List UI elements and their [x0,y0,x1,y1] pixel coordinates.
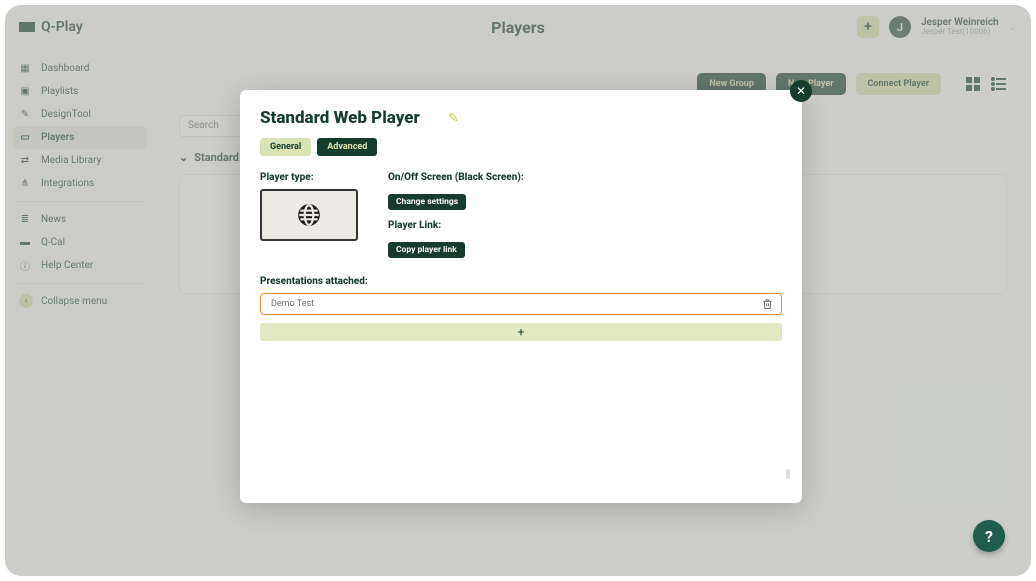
player-link-label: Player Link: [388,220,782,231]
close-icon: ✕ [796,84,806,98]
copy-player-link-button[interactable]: Copy player link [388,242,465,258]
question-icon: ? [985,527,993,546]
scroll-thumb [786,469,790,479]
modal-title-row: Standard Web Player ✎ [260,108,782,128]
presentations-section: Presentations attached: Demo Test + [260,276,782,341]
tab-advanced[interactable]: Advanced [317,138,377,156]
globe-icon [296,202,322,228]
plus-icon: + [518,325,525,339]
pencil-icon: ✎ [448,111,459,126]
modal-tabs: General Advanced [260,138,782,156]
add-presentation-button[interactable]: + [260,323,782,341]
delete-presentation-button[interactable] [762,295,773,314]
modal-left-column: Player type: [260,172,358,258]
onoff-section: On/Off Screen (Black Screen): Change set… [388,172,782,210]
change-settings-button[interactable]: Change settings [388,194,466,210]
trash-icon [762,298,773,310]
player-link-section: Player Link: Copy player link [388,220,782,258]
player-type-tile[interactable] [260,189,358,241]
presentation-row[interactable]: Demo Test [260,293,782,315]
help-fab[interactable]: ? [973,520,1005,552]
edit-title-button[interactable]: ✎ [448,111,459,126]
presentations-label: Presentations attached: [260,276,782,287]
onoff-label: On/Off Screen (Black Screen): [388,172,782,183]
modal-right-column: On/Off Screen (Black Screen): Change set… [388,172,782,258]
player-type-label: Player type: [260,172,358,183]
modal-scrollbar[interactable] [786,250,790,479]
app-frame: Q-Play Players + J Jesper Weinreich Jesp… [5,5,1031,576]
tab-general[interactable]: General [260,138,311,156]
modal-title: Standard Web Player [260,108,420,128]
modal-body: Player type: On/Off Screen (Black Screen… [260,172,782,258]
player-settings-modal: ✕ Standard Web Player ✎ General Advanced… [240,90,802,503]
presentation-name: Demo Test [271,299,314,309]
close-button[interactable]: ✕ [790,80,812,102]
